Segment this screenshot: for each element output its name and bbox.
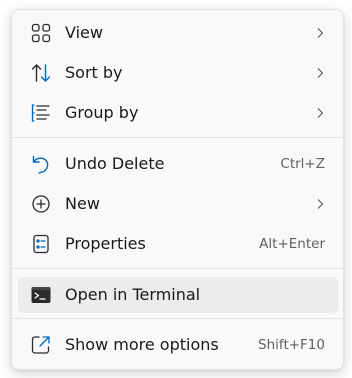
menu-item-label: Properties (65, 234, 146, 253)
menu-item-open-in-terminal[interactable]: Open in Terminal (18, 277, 338, 313)
menu-item-new[interactable]: New (18, 186, 338, 222)
menu-item-undo-delete[interactable]: Undo Delete Ctrl+Z (18, 146, 338, 182)
shortcut-label: Alt+Enter (259, 236, 325, 252)
menu-item-show-more-options[interactable]: Show more options Shift+F10 (18, 327, 338, 363)
undo-icon (30, 153, 52, 175)
menu-item-label: Undo Delete (65, 154, 165, 173)
menu-item-properties[interactable]: Properties Alt+Enter (18, 226, 338, 262)
chevron-right-icon (314, 198, 326, 210)
menu-item-label: Show more options (65, 335, 219, 354)
open-external-icon (30, 334, 52, 356)
shortcut-label: Shift+F10 (258, 337, 325, 353)
menu-item-label: Group by (65, 103, 139, 122)
properties-icon (30, 233, 52, 255)
grid-view-icon (30, 22, 52, 44)
shortcut-label: Ctrl+Z (280, 156, 325, 172)
chevron-right-icon (314, 107, 326, 119)
terminal-icon (30, 284, 52, 306)
menu-item-label: Open in Terminal (65, 285, 201, 304)
group-list-icon (30, 102, 52, 124)
sort-arrows-icon (30, 62, 52, 84)
menu-separator (12, 268, 343, 269)
menu-item-sort-by[interactable]: Sort by (18, 55, 338, 91)
context-menu: View Sort by Group by Undo Delete Ctrl+Z… (11, 9, 344, 370)
chevron-right-icon (314, 27, 326, 39)
menu-item-label: View (65, 23, 103, 42)
menu-item-label: Sort by (65, 63, 123, 82)
chevron-right-icon (314, 67, 326, 79)
menu-item-view[interactable]: View (18, 15, 338, 51)
menu-item-label: New (65, 194, 100, 213)
menu-separator (12, 318, 343, 319)
menu-item-group-by[interactable]: Group by (18, 95, 338, 131)
add-circle-icon (30, 193, 52, 215)
menu-separator (12, 137, 343, 138)
